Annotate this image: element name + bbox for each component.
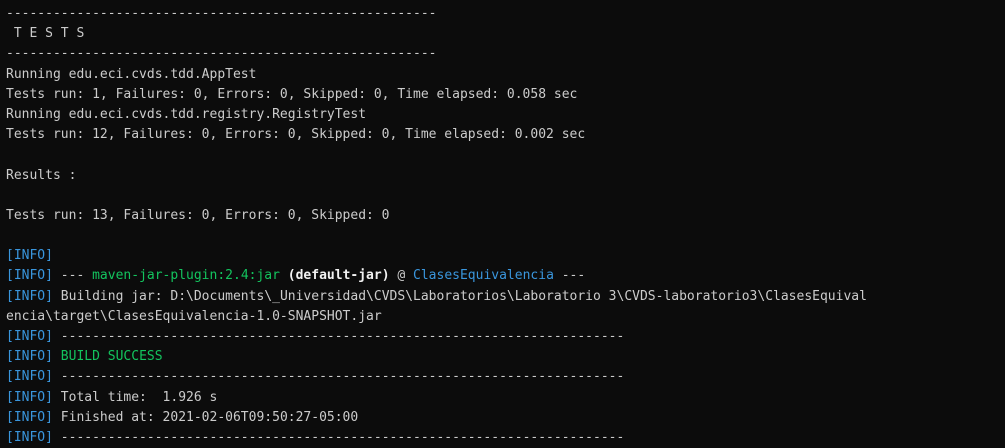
tests-rule-top: ----------------------------------------… (6, 6, 437, 21)
info-finished-at-line: [INFO] Finished at: 2021-02-06T09:50:27-… (6, 408, 1005, 428)
info-build-status-line: [INFO] BUILD SUCCESS (6, 347, 1005, 367)
test-running-line: Running edu.eci.cvds.tdd.AppTest (6, 66, 257, 82)
info-tag: [INFO] (6, 389, 53, 405)
info-line: [INFO] (6, 246, 1005, 266)
plugin-execution: (default-jar) (287, 268, 390, 284)
test-result-line: Tests run: 1, Failures: 0, Errors: 0, Sk… (6, 86, 578, 102)
info-tag: [INFO] (6, 349, 53, 365)
results-label: Results : (6, 167, 77, 183)
info-rule: ----------------------------------------… (52, 329, 625, 344)
info-total-time-line: [INFO] Total time: 1.926 s (6, 388, 1005, 408)
info-rule-line: [INFO] ---------------------------------… (6, 367, 1005, 387)
info-tag: [INFO] (6, 409, 53, 425)
plugin-suffix: --- (553, 268, 586, 284)
info-rule: ----------------------------------------… (52, 369, 625, 385)
plugin-at: @ (389, 268, 414, 284)
info-tag: [INFO] (6, 369, 53, 385)
info-tag: [INFO] (6, 329, 53, 344)
tests-title: T E S T S (6, 26, 85, 42)
info-building-jar-line: [INFO] Building jar: D:\Documents\_Unive… (6, 287, 1005, 307)
building-jar-continuation: encia\target\ClasesEquivalencia-1.0-SNAP… (6, 308, 382, 324)
plugin-name: maven-jar-plugin:2.4:jar (92, 268, 280, 284)
info-rule: ----------------------------------------… (52, 429, 625, 445)
tests-rule-bottom: ----------------------------------------… (6, 46, 437, 62)
info-tag: [INFO] (6, 248, 53, 264)
finished-at: Finished at: 2021-02-06T09:50:27-05:00 (52, 409, 359, 425)
building-jar-text: Building jar: D:\Documents\_Universidad\… (52, 288, 867, 304)
info-rule-line: [INFO] ---------------------------------… (6, 428, 1005, 448)
total-time: Total time: 1.926 s (52, 389, 218, 405)
plugin-prefix: --- (52, 268, 93, 284)
info-tag: [INFO] (6, 268, 53, 284)
info-plugin-line: [INFO] --- maven-jar-plugin:2.4:jar (def… (6, 266, 1005, 286)
test-running-line: Running edu.eci.cvds.tdd.registry.Regist… (6, 106, 367, 122)
project-name: ClasesEquivalencia (413, 268, 554, 284)
info-tag: [INFO] (6, 288, 53, 304)
build-status: BUILD SUCCESS (60, 349, 163, 365)
info-tag: [INFO] (6, 429, 53, 445)
info-rule-line: [INFO] ---------------------------------… (6, 327, 1005, 347)
terminal-output: ----------------------------------------… (0, 0, 1005, 448)
test-result-line: Tests run: 12, Failures: 0, Errors: 0, S… (6, 127, 586, 143)
results-summary: Tests run: 13, Failures: 0, Errors: 0, S… (6, 207, 390, 223)
